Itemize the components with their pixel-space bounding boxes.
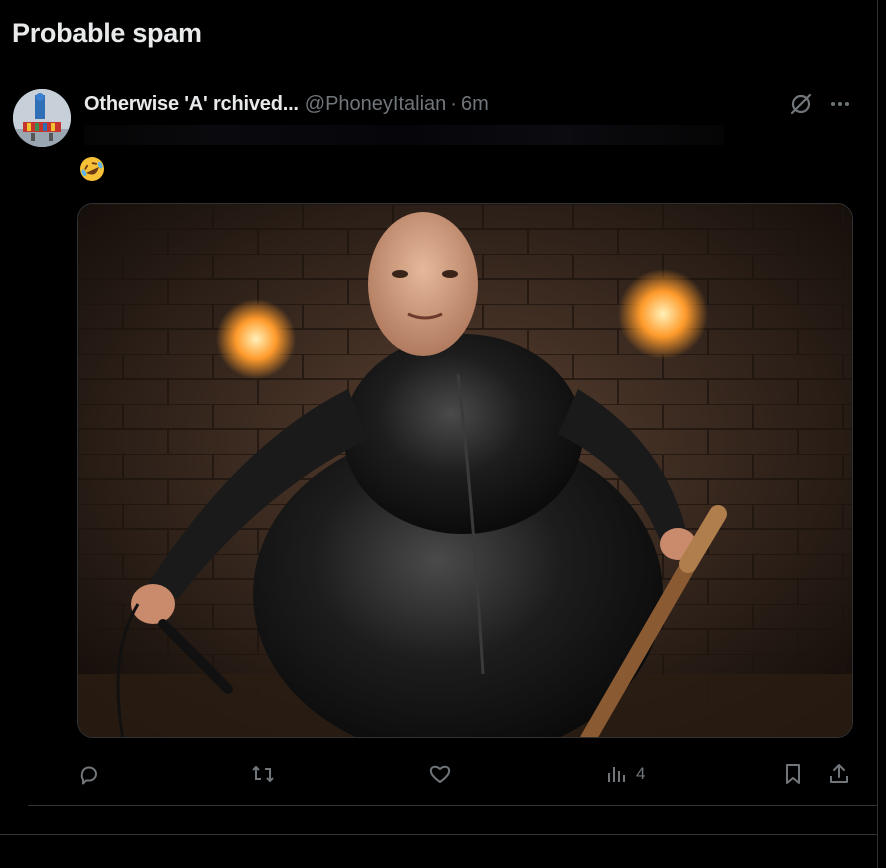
like-button[interactable]: [427, 758, 459, 790]
like-icon: [429, 765, 451, 783]
tweet-actions: 4: [76, 758, 856, 790]
share-button[interactable]: [826, 758, 852, 790]
user-handle[interactable]: @PhoneyItalian: [305, 93, 447, 116]
avatar[interactable]: [13, 89, 71, 147]
tweet-divider: [28, 805, 877, 806]
separator: ·: [450, 92, 457, 115]
page-title: Probable spam: [12, 18, 202, 48]
more-icon[interactable]: [826, 90, 854, 118]
column-border: [877, 0, 878, 868]
views-count: 4: [636, 764, 646, 783]
views-icon: [608, 767, 625, 782]
reply-icon: [80, 766, 97, 785]
reply-button[interactable]: [76, 758, 108, 790]
rolling-laughing-emoji-icon: [78, 155, 106, 183]
bookmark-icon: [786, 764, 800, 784]
section-divider: [0, 834, 877, 835]
tweet-header: Otherwise 'A' rchived... @PhoneyItalian …: [84, 92, 489, 116]
grok-icon[interactable]: [787, 90, 815, 118]
page: Probable spam Otherwise 'A' rchived... @…: [0, 0, 886, 868]
repost-icon: [252, 765, 274, 783]
display-name[interactable]: Otherwise 'A' rchived...: [84, 93, 299, 116]
redacted-text: [84, 125, 724, 145]
share-icon: [830, 764, 848, 783]
timestamp[interactable]: 6m: [461, 93, 489, 116]
repost-button[interactable]: [250, 758, 282, 790]
views-button[interactable]: 4: [604, 758, 645, 790]
tweet-media-image[interactable]: [77, 203, 853, 738]
bookmark-button[interactable]: [780, 758, 806, 790]
